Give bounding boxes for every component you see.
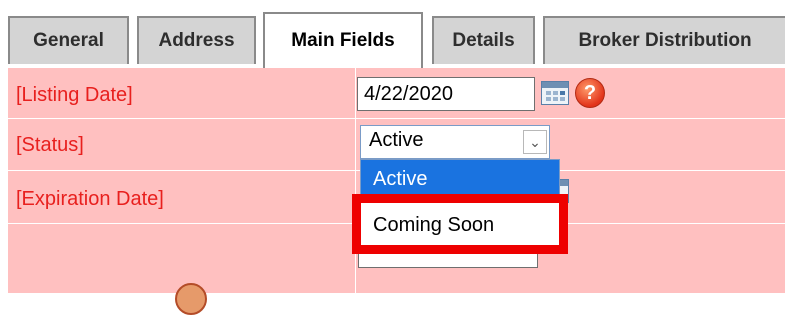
tab-label: Details: [452, 30, 515, 51]
help-icon[interactable]: ?: [575, 78, 605, 108]
status-select-value: Active: [369, 129, 424, 151]
tab-label: Main Fields: [291, 30, 395, 51]
help-icon[interactable]: [175, 283, 207, 315]
tab-label: Broker Distribution: [578, 30, 752, 51]
chevron-down-icon[interactable]: ⌄: [523, 130, 547, 154]
status-label: [Status]: [16, 134, 84, 156]
listing-date-label: [Listing Date]: [16, 84, 133, 106]
tab-label: Address: [158, 30, 235, 51]
help-glyph: ?: [583, 81, 597, 104]
tab-bar: General Address Main Fields Details Brok…: [0, 0, 785, 70]
tab-broker-distribution[interactable]: Broker Distribution: [543, 16, 785, 64]
tab-label: General: [33, 30, 104, 51]
expiration-date-label: [Expiration Date]: [16, 188, 164, 210]
status-select[interactable]: Active ⌄: [360, 125, 550, 159]
row-divider: [8, 118, 785, 119]
highlight-box: [352, 194, 568, 254]
chevron-glyph: ⌄: [529, 133, 541, 150]
tab-main-fields[interactable]: Main Fields: [263, 12, 423, 68]
tab-general[interactable]: General: [8, 16, 129, 64]
column-divider: [355, 68, 356, 293]
tab-address[interactable]: Address: [137, 16, 256, 64]
tab-details[interactable]: Details: [432, 16, 535, 64]
status-option-active[interactable]: Active: [361, 160, 559, 196]
calendar-icon[interactable]: [541, 81, 569, 105]
listing-date-input[interactable]: 4/22/2020: [357, 77, 535, 111]
form-left-edge: [0, 68, 8, 293]
